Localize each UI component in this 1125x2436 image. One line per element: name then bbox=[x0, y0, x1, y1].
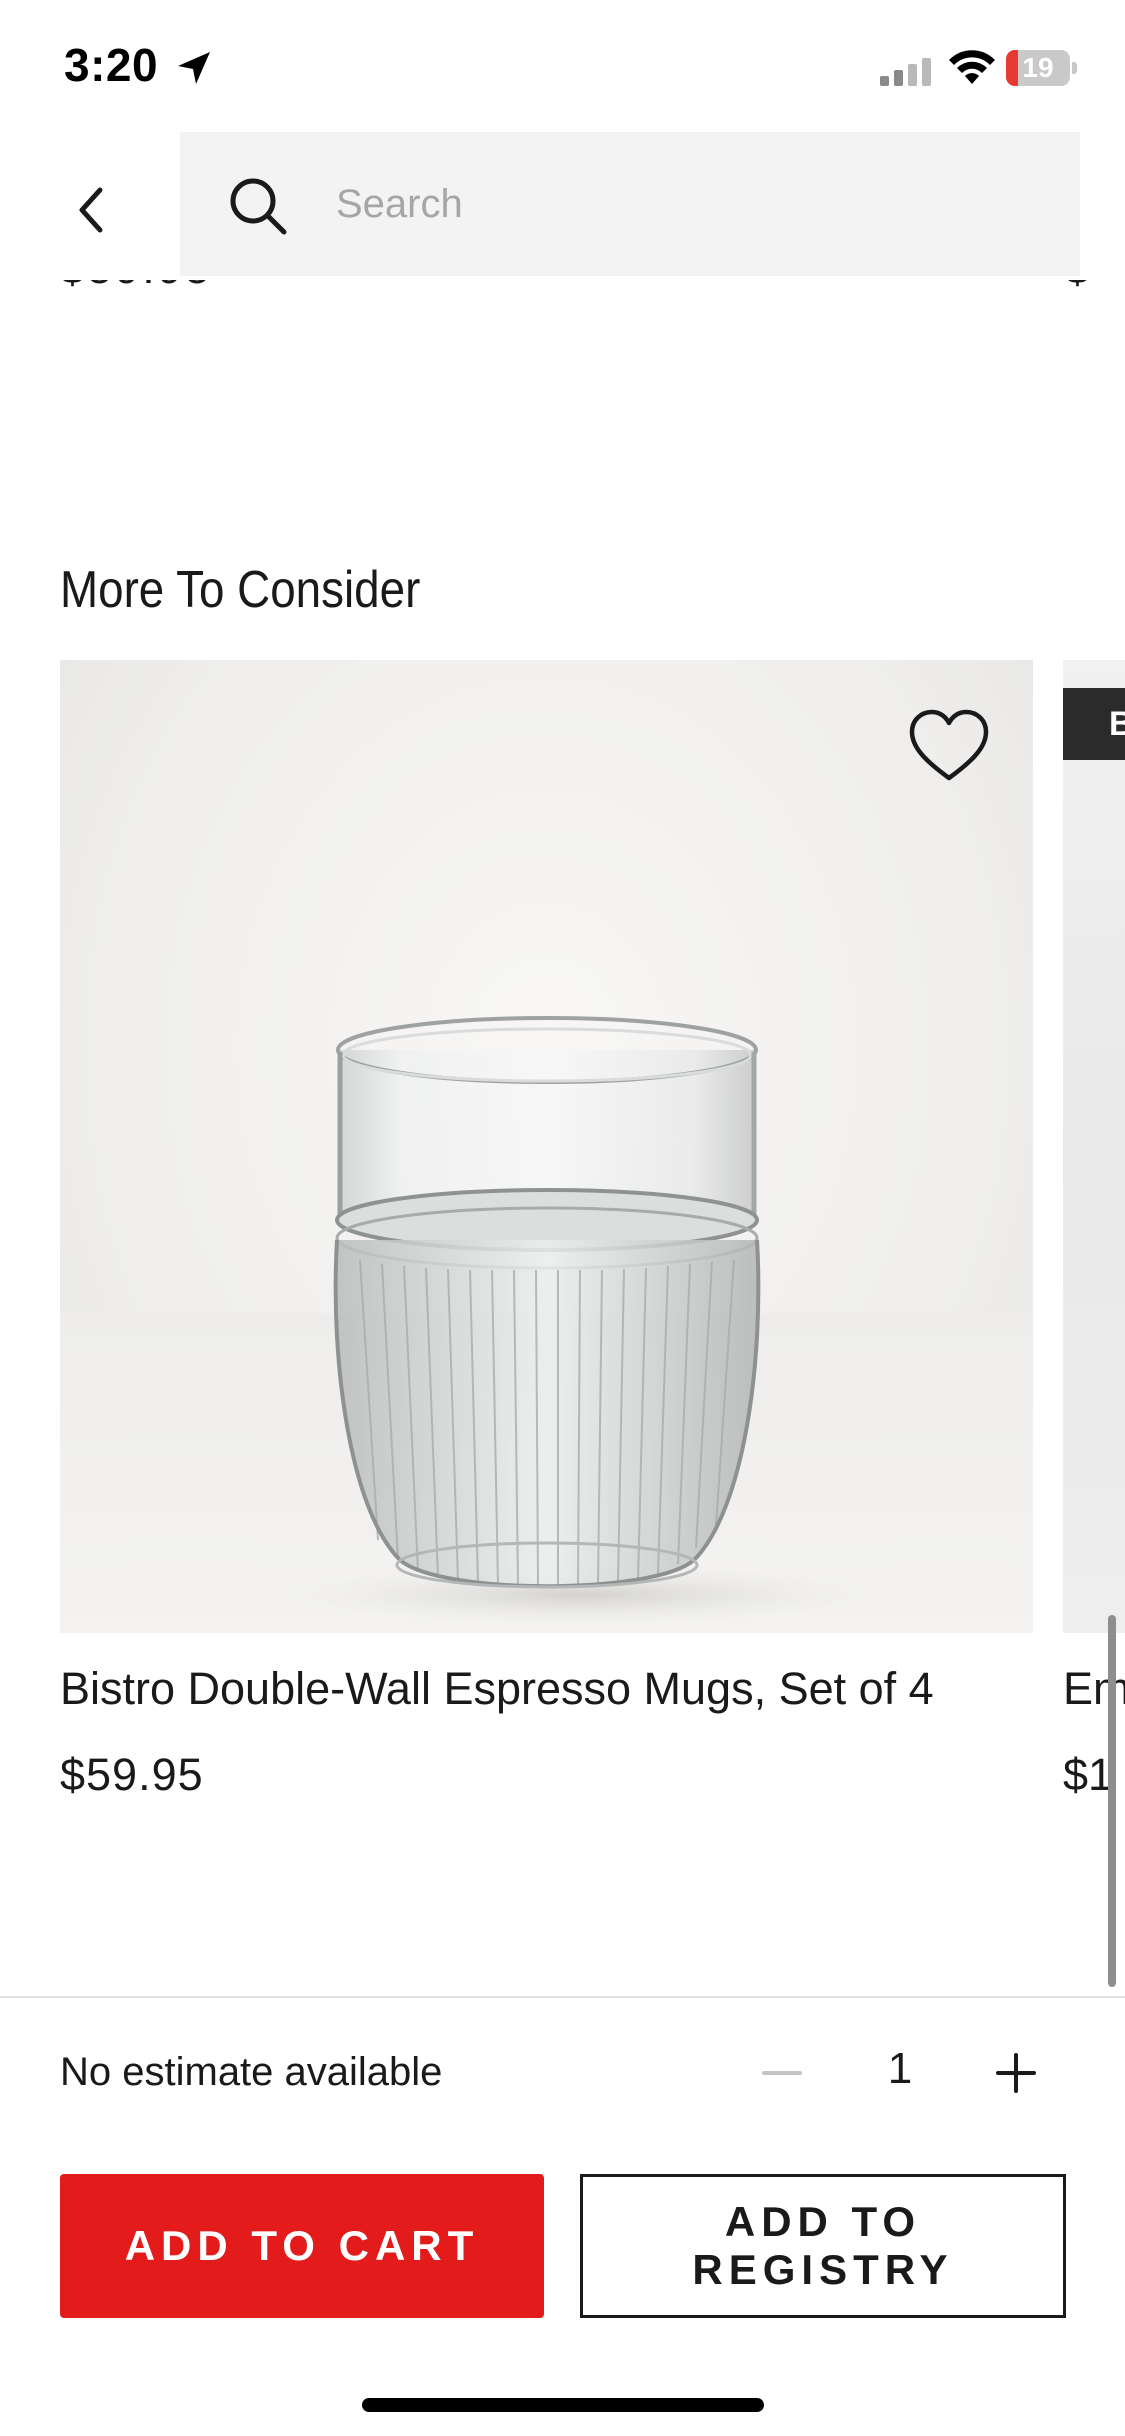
battery-icon: 19 bbox=[1006, 50, 1077, 86]
glass-tumbler-image bbox=[280, 1016, 880, 1625]
quantity-decrease-button[interactable] bbox=[752, 2038, 812, 2108]
location-arrow-icon bbox=[178, 52, 210, 84]
search-input[interactable] bbox=[336, 132, 1056, 276]
quantity-value: 1 bbox=[887, 2044, 913, 2093]
section-title: More To Consider bbox=[60, 561, 421, 619]
product-name[interactable]: Bistro Double-Wall Espresso Mugs, Set of… bbox=[60, 1663, 1033, 1715]
product-badge: B bbox=[1063, 688, 1125, 760]
status-time: 3:20 bbox=[64, 39, 159, 91]
quantity-increase-button[interactable] bbox=[986, 2038, 1046, 2108]
header bbox=[0, 130, 1125, 280]
scroll-indicator[interactable] bbox=[1108, 1615, 1116, 1987]
plus-icon bbox=[996, 2053, 1036, 2093]
search-bar[interactable] bbox=[180, 132, 1080, 276]
chevron-left-icon bbox=[79, 187, 103, 233]
battery-level: 19 bbox=[1022, 52, 1054, 83]
wifi-icon bbox=[949, 50, 995, 84]
heart-outline-icon bbox=[909, 709, 989, 781]
add-to-registry-button[interactable]: ADD TO REGISTRY bbox=[580, 2174, 1066, 2318]
bottom-action-bar: No estimate available 1 ADD TO CART ADD … bbox=[0, 1996, 1125, 2436]
add-to-cart-button[interactable]: ADD TO CART bbox=[60, 2174, 544, 2318]
favorite-button[interactable] bbox=[907, 708, 991, 784]
status-bar: 3:20 19 bbox=[0, 0, 1125, 130]
product-detail-screen: 3:20 19 Search More To Consider Bistro D… bbox=[0, 0, 1125, 2436]
search-icon bbox=[230, 178, 287, 235]
product-price: $59.95 bbox=[60, 1749, 204, 1800]
back-button[interactable] bbox=[60, 170, 120, 250]
product-card[interactable]: Bistro Double-Wall Espresso Mugs, Set of… bbox=[60, 660, 1033, 1801]
delivery-estimate: No estimate available bbox=[60, 2050, 443, 2094]
cellular-signal-icon bbox=[880, 58, 931, 86]
product-image-peek[interactable]: B bbox=[1063, 660, 1125, 1633]
minus-icon bbox=[762, 2071, 802, 2075]
product-image[interactable] bbox=[60, 660, 1033, 1633]
home-indicator[interactable] bbox=[362, 2398, 764, 2412]
